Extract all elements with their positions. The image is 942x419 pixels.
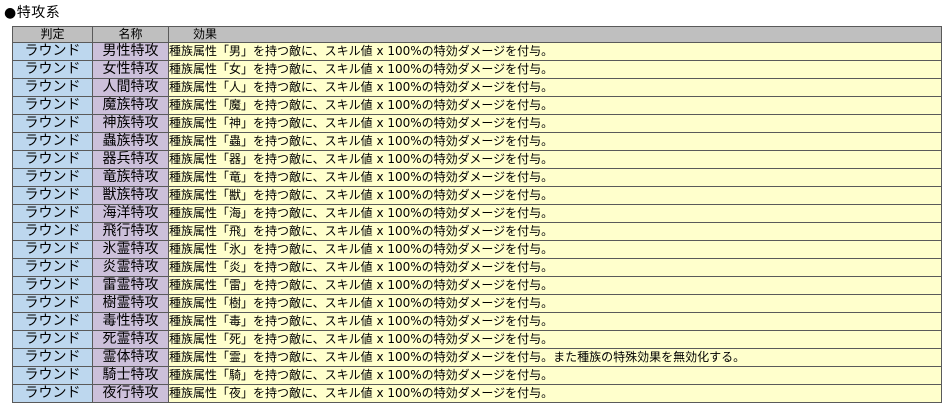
judge-cell: ラウンド bbox=[12, 384, 93, 403]
table-row: ラウンド 男性特攻 種族属性「男」を持つ敵に、スキル値 x 100%の特効ダメージを… bbox=[12, 42, 942, 61]
name-cell: 霊体特攻 bbox=[92, 348, 169, 367]
name-cell: 樹霊特攻 bbox=[92, 294, 169, 313]
name-cell: 飛行特攻 bbox=[92, 222, 169, 241]
effect-cell: 種族属性「男」を持つ敵に、スキル値 x 100%の特効ダメージを付与。 bbox=[168, 42, 942, 61]
table-header-row: 判定 名称 効果 bbox=[12, 26, 942, 43]
effect-cell: 種族属性「竜」を持つ敵に、スキル値 x 100%の特効ダメージを付与。 bbox=[168, 168, 942, 187]
table-row: ラウンド 死霊特攻 種族属性「死」を持つ敵に、スキル値 x 100%の特効ダメージを… bbox=[12, 330, 942, 349]
table-row: ラウンド 雷霊特攻 種族属性「雷」を持つ敵に、スキル値 x 100%の特効ダメージを… bbox=[12, 276, 942, 295]
judge-cell: ラウンド bbox=[12, 258, 93, 277]
name-cell: 神族特攻 bbox=[92, 114, 169, 133]
name-cell: 獣族特攻 bbox=[92, 186, 169, 205]
table-row: ラウンド 樹霊特攻 種族属性「樹」を持つ敵に、スキル値 x 100%の特効ダメージを… bbox=[12, 294, 942, 313]
judge-cell: ラウンド bbox=[12, 276, 93, 295]
name-cell: 竜族特攻 bbox=[92, 168, 169, 187]
effect-cell: 種族属性「獣」を持つ敵に、スキル値 x 100%の特効ダメージを付与。 bbox=[168, 186, 942, 205]
effect-cell: 種族属性「神」を持つ敵に、スキル値 x 100%の特効ダメージを付与。 bbox=[168, 114, 942, 133]
judge-cell: ラウンド bbox=[12, 168, 93, 187]
name-cell: 毒性特攻 bbox=[92, 312, 169, 331]
effect-cell: 種族属性「氷」を持つ敵に、スキル値 x 100%の特効ダメージを付与。 bbox=[168, 240, 942, 259]
effect-cell: 種族属性「蟲」を持つ敵に、スキル値 x 100%の特効ダメージを付与。 bbox=[168, 132, 942, 151]
judge-cell: ラウンド bbox=[12, 132, 93, 151]
name-cell: 海洋特攻 bbox=[92, 204, 169, 223]
effect-cell: 種族属性「騎」を持つ敵に、スキル値 x 100%の特効ダメージを付与。 bbox=[168, 366, 942, 385]
table-row: ラウンド 竜族特攻 種族属性「竜」を持つ敵に、スキル値 x 100%の特効ダメージを… bbox=[12, 168, 942, 187]
table-row: ラウンド 器兵特攻 種族属性「器」を持つ敵に、スキル値 x 100%の特効ダメージを… bbox=[12, 150, 942, 169]
effect-cell: 種族属性「海」を持つ敵に、スキル値 x 100%の特効ダメージを付与。 bbox=[168, 204, 942, 223]
effect-cell: 種族属性「飛」を持つ敵に、スキル値 x 100%の特効ダメージを付与。 bbox=[168, 222, 942, 241]
effect-cell: 種族属性「魔」を持つ敵に、スキル値 x 100%の特効ダメージを付与。 bbox=[168, 96, 942, 115]
header-effect: 効果 bbox=[168, 26, 942, 43]
name-cell: 人間特攻 bbox=[92, 78, 169, 97]
skill-table: 判定 名称 効果 ラウンド 男性特攻 種族属性「男」を持つ敵に、スキル値 x 100… bbox=[12, 26, 942, 403]
section-title: ●特攻系 bbox=[4, 5, 61, 21]
table-row: ラウンド 人間特攻 種族属性「人」を持つ敵に、スキル値 x 100%の特効ダメージを… bbox=[12, 78, 942, 97]
effect-cell: 種族属性「樹」を持つ敵に、スキル値 x 100%の特効ダメージを付与。 bbox=[168, 294, 942, 313]
judge-cell: ラウンド bbox=[12, 78, 93, 97]
judge-cell: ラウンド bbox=[12, 294, 93, 313]
table-row: ラウンド 氷霊特攻 種族属性「氷」を持つ敵に、スキル値 x 100%の特効ダメージを… bbox=[12, 240, 942, 259]
judge-cell: ラウンド bbox=[12, 330, 93, 349]
table-row: ラウンド 海洋特攻 種族属性「海」を持つ敵に、スキル値 x 100%の特効ダメージを… bbox=[12, 204, 942, 223]
name-cell: 魔族特攻 bbox=[92, 96, 169, 115]
effect-cell: 種族属性「器」を持つ敵に、スキル値 x 100%の特効ダメージを付与。 bbox=[168, 150, 942, 169]
judge-cell: ラウンド bbox=[12, 186, 93, 205]
effect-cell: 種族属性「炎」を持つ敵に、スキル値 x 100%の特効ダメージを付与。 bbox=[168, 258, 942, 277]
judge-cell: ラウンド bbox=[12, 348, 93, 367]
name-cell: 蟲族特攻 bbox=[92, 132, 169, 151]
judge-cell: ラウンド bbox=[12, 114, 93, 133]
name-cell: 炎霊特攻 bbox=[92, 258, 169, 277]
table-row: ラウンド 女性特攻 種族属性「女」を持つ敵に、スキル値 x 100%の特効ダメージを… bbox=[12, 60, 942, 79]
effect-cell: 種族属性「人」を持つ敵に、スキル値 x 100%の特効ダメージを付与。 bbox=[168, 78, 942, 97]
judge-cell: ラウンド bbox=[12, 150, 93, 169]
table-row: ラウンド 騎士特攻 種族属性「騎」を持つ敵に、スキル値 x 100%の特効ダメージを… bbox=[12, 366, 942, 385]
effect-cell: 種族属性「女」を持つ敵に、スキル値 x 100%の特効ダメージを付与。 bbox=[168, 60, 942, 79]
judge-cell: ラウンド bbox=[12, 366, 93, 385]
name-cell: 夜行特攻 bbox=[92, 384, 169, 403]
name-cell: 女性特攻 bbox=[92, 60, 169, 79]
judge-cell: ラウンド bbox=[12, 222, 93, 241]
judge-cell: ラウンド bbox=[12, 240, 93, 259]
header-judge: 判定 bbox=[12, 26, 93, 43]
table-body: ラウンド 男性特攻 種族属性「男」を持つ敵に、スキル値 x 100%の特効ダメージを… bbox=[12, 42, 942, 403]
name-cell: 騎士特攻 bbox=[92, 366, 169, 385]
table-row: ラウンド 魔族特攻 種族属性「魔」を持つ敵に、スキル値 x 100%の特効ダメージを… bbox=[12, 96, 942, 115]
judge-cell: ラウンド bbox=[12, 60, 93, 79]
name-cell: 男性特攻 bbox=[92, 42, 169, 61]
table-row: ラウンド 炎霊特攻 種族属性「炎」を持つ敵に、スキル値 x 100%の特効ダメージを… bbox=[12, 258, 942, 277]
name-cell: 器兵特攻 bbox=[92, 150, 169, 169]
effect-cell: 種族属性「死」を持つ敵に、スキル値 x 100%の特効ダメージを付与。 bbox=[168, 330, 942, 349]
judge-cell: ラウンド bbox=[12, 42, 93, 61]
judge-cell: ラウンド bbox=[12, 204, 93, 223]
effect-cell: 種族属性「霊」を持つ敵に、スキル値 x 100%の特効ダメージを付与。また種族の… bbox=[168, 348, 942, 367]
effect-cell: 種族属性「夜」を持つ敵に、スキル値 x 100%の特効ダメージを付与。 bbox=[168, 384, 942, 403]
effect-cell: 種族属性「雷」を持つ敵に、スキル値 x 100%の特効ダメージを付与。 bbox=[168, 276, 942, 295]
table-row: ラウンド 霊体特攻 種族属性「霊」を持つ敵に、スキル値 x 100%の特効ダメージを… bbox=[12, 348, 942, 367]
name-cell: 氷霊特攻 bbox=[92, 240, 169, 259]
effect-cell: 種族属性「毒」を持つ敵に、スキル値 x 100%の特効ダメージを付与。 bbox=[168, 312, 942, 331]
name-cell: 雷霊特攻 bbox=[92, 276, 169, 295]
name-cell: 死霊特攻 bbox=[92, 330, 169, 349]
header-name: 名称 bbox=[92, 26, 169, 43]
table-row: ラウンド 夜行特攻 種族属性「夜」を持つ敵に、スキル値 x 100%の特効ダメージを… bbox=[12, 384, 942, 403]
table-row: ラウンド 毒性特攻 種族属性「毒」を持つ敵に、スキル値 x 100%の特効ダメージを… bbox=[12, 312, 942, 331]
table-row: ラウンド 蟲族特攻 種族属性「蟲」を持つ敵に、スキル値 x 100%の特効ダメージを… bbox=[12, 132, 942, 151]
table-row: ラウンド 飛行特攻 種族属性「飛」を持つ敵に、スキル値 x 100%の特効ダメージを… bbox=[12, 222, 942, 241]
judge-cell: ラウンド bbox=[12, 96, 93, 115]
table-row: ラウンド 神族特攻 種族属性「神」を持つ敵に、スキル値 x 100%の特効ダメージを… bbox=[12, 114, 942, 133]
table-row: ラウンド 獣族特攻 種族属性「獣」を持つ敵に、スキル値 x 100%の特効ダメージを… bbox=[12, 186, 942, 205]
judge-cell: ラウンド bbox=[12, 312, 93, 331]
